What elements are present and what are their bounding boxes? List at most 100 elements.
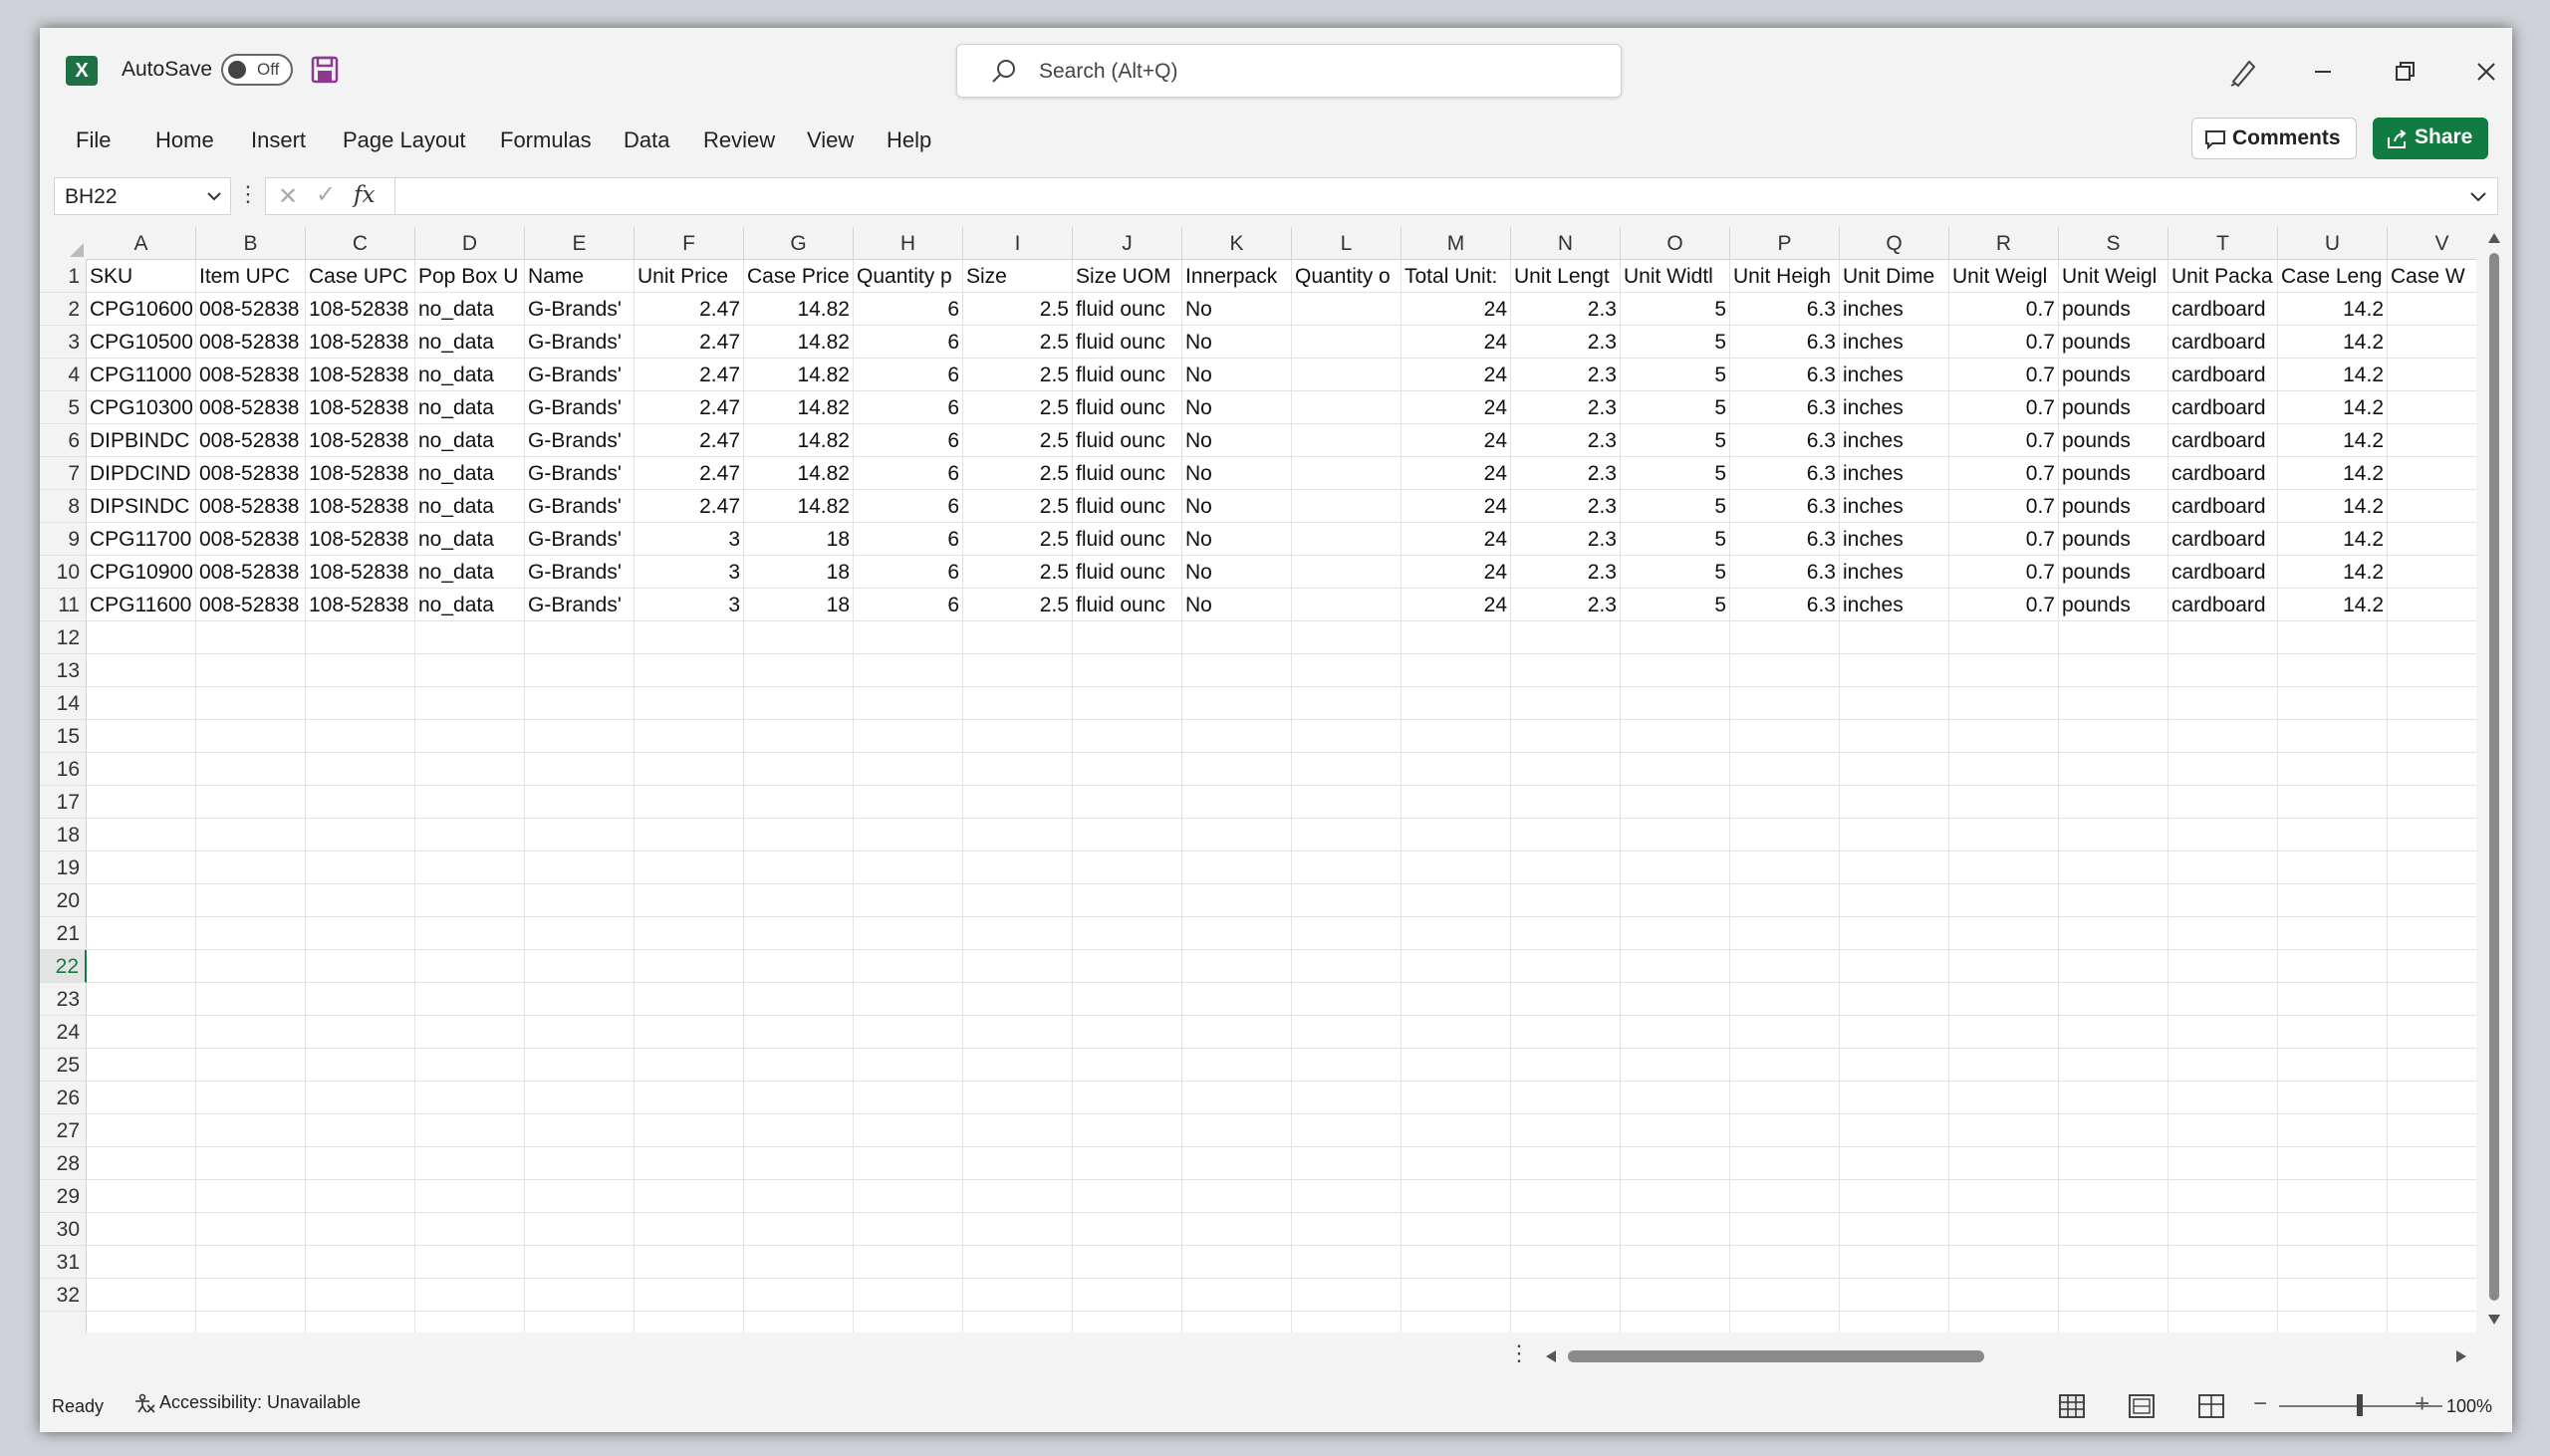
cell[interactable] xyxy=(2059,1147,2168,1180)
column-header[interactable]: S xyxy=(2059,227,2168,260)
cell[interactable] xyxy=(1621,786,1730,819)
cell[interactable] xyxy=(1840,950,1949,983)
cell[interactable]: 6.3 xyxy=(1730,457,1840,490)
cell[interactable] xyxy=(1182,884,1292,917)
cell[interactable] xyxy=(525,720,635,753)
cell[interactable]: 14.2 xyxy=(2278,359,2388,391)
cell[interactable] xyxy=(1730,1180,1840,1213)
scroll-up-icon[interactable] xyxy=(2486,231,2502,245)
cell[interactable] xyxy=(2278,1180,2388,1213)
cell[interactable] xyxy=(1292,424,1402,457)
select-all-corner[interactable] xyxy=(40,227,88,261)
cell[interactable] xyxy=(2168,1114,2278,1147)
cell[interactable]: fluid ounc xyxy=(1073,556,1182,589)
cell[interactable] xyxy=(2278,983,2388,1016)
cell[interactable] xyxy=(2059,753,2168,786)
more-options-icon[interactable]: ⋮ xyxy=(237,181,259,207)
cell[interactable]: inches xyxy=(1840,391,1949,424)
cell[interactable] xyxy=(1621,1180,1730,1213)
cell[interactable]: inches xyxy=(1840,589,1949,621)
cell[interactable] xyxy=(1840,654,1949,687)
cell[interactable]: cardboard xyxy=(2168,490,2278,523)
cell[interactable]: 3 xyxy=(635,589,744,621)
row-header[interactable] xyxy=(40,1312,87,1333)
column-header[interactable]: V xyxy=(2388,227,2476,260)
cell[interactable] xyxy=(196,1246,306,1279)
cell[interactable] xyxy=(2388,1082,2476,1114)
cell[interactable]: 14.2 xyxy=(2278,293,2388,326)
cell[interactable]: 108-52838 xyxy=(306,424,415,457)
cell[interactable] xyxy=(415,917,525,950)
cell[interactable] xyxy=(87,1016,196,1049)
cell[interactable] xyxy=(306,819,415,851)
cell[interactable] xyxy=(1292,819,1402,851)
cell[interactable] xyxy=(1292,1213,1402,1246)
cell[interactable] xyxy=(1730,621,1840,654)
cell[interactable] xyxy=(1402,654,1511,687)
row-header[interactable]: 23 xyxy=(40,983,87,1016)
cell[interactable] xyxy=(854,819,963,851)
cell[interactable] xyxy=(635,917,744,950)
cell[interactable]: Case Price xyxy=(744,260,854,293)
cell[interactable]: cardboard xyxy=(2168,424,2278,457)
cell[interactable]: No xyxy=(1182,326,1292,359)
cell[interactable] xyxy=(1182,1049,1292,1082)
cell[interactable] xyxy=(525,1049,635,1082)
cell[interactable] xyxy=(744,687,854,720)
save-icon[interactable] xyxy=(311,56,339,84)
cell[interactable] xyxy=(1511,1312,1621,1333)
cell[interactable]: 2.3 xyxy=(1511,424,1621,457)
cell[interactable]: cardboard xyxy=(2168,589,2278,621)
cell[interactable]: G-Brands' xyxy=(525,424,635,457)
column-header[interactable]: L xyxy=(1292,227,1402,260)
cell[interactable] xyxy=(1949,654,2059,687)
cell[interactable] xyxy=(854,687,963,720)
cell[interactable] xyxy=(2168,753,2278,786)
cell[interactable] xyxy=(2059,851,2168,884)
cell[interactable] xyxy=(635,1049,744,1082)
cell[interactable] xyxy=(2168,851,2278,884)
cell[interactable] xyxy=(635,687,744,720)
cell[interactable]: Total Unit: xyxy=(1402,260,1511,293)
cell[interactable] xyxy=(744,917,854,950)
cell[interactable] xyxy=(306,753,415,786)
cell[interactable] xyxy=(1182,786,1292,819)
cell[interactable] xyxy=(854,983,963,1016)
row-header[interactable]: 32 xyxy=(40,1279,87,1312)
cell[interactable]: fluid ounc xyxy=(1073,359,1182,391)
cell[interactable] xyxy=(1402,1049,1511,1082)
cell[interactable] xyxy=(635,1016,744,1049)
cell[interactable] xyxy=(854,1246,963,1279)
cell[interactable] xyxy=(963,1082,1073,1114)
cell[interactable] xyxy=(1292,851,1402,884)
cell[interactable] xyxy=(1621,1312,1730,1333)
enter-icon[interactable]: ✓ xyxy=(316,180,336,209)
cell[interactable]: 2.3 xyxy=(1511,359,1621,391)
cell[interactable]: 2.3 xyxy=(1511,490,1621,523)
cell[interactable] xyxy=(525,1180,635,1213)
cell[interactable] xyxy=(963,786,1073,819)
row-header[interactable]: 19 xyxy=(40,851,87,884)
cell[interactable] xyxy=(1073,917,1182,950)
cell[interactable] xyxy=(2278,917,2388,950)
cell[interactable] xyxy=(1292,589,1402,621)
cell[interactable] xyxy=(1073,786,1182,819)
cell[interactable] xyxy=(1511,720,1621,753)
cell[interactable] xyxy=(2168,1213,2278,1246)
accessibility-status[interactable]: Accessibility: Unavailable xyxy=(133,1392,361,1413)
cell[interactable] xyxy=(196,1312,306,1333)
cell[interactable] xyxy=(1402,1082,1511,1114)
cell[interactable] xyxy=(2278,753,2388,786)
cell[interactable] xyxy=(2059,1180,2168,1213)
cell[interactable]: 6.3 xyxy=(1730,391,1840,424)
cell[interactable] xyxy=(1949,621,2059,654)
column-header[interactable]: I xyxy=(963,227,1073,260)
cell[interactable] xyxy=(854,753,963,786)
cell[interactable] xyxy=(1730,1246,1840,1279)
cell[interactable]: 2.47 xyxy=(635,293,744,326)
cell[interactable]: 2.3 xyxy=(1511,523,1621,556)
cell[interactable]: Case Leng xyxy=(2278,260,2388,293)
cell[interactable] xyxy=(2059,917,2168,950)
sheet-tab-splitter-icon[interactable]: ⋮ xyxy=(1508,1340,1530,1366)
tab-formulas[interactable]: Formulas xyxy=(500,127,592,153)
